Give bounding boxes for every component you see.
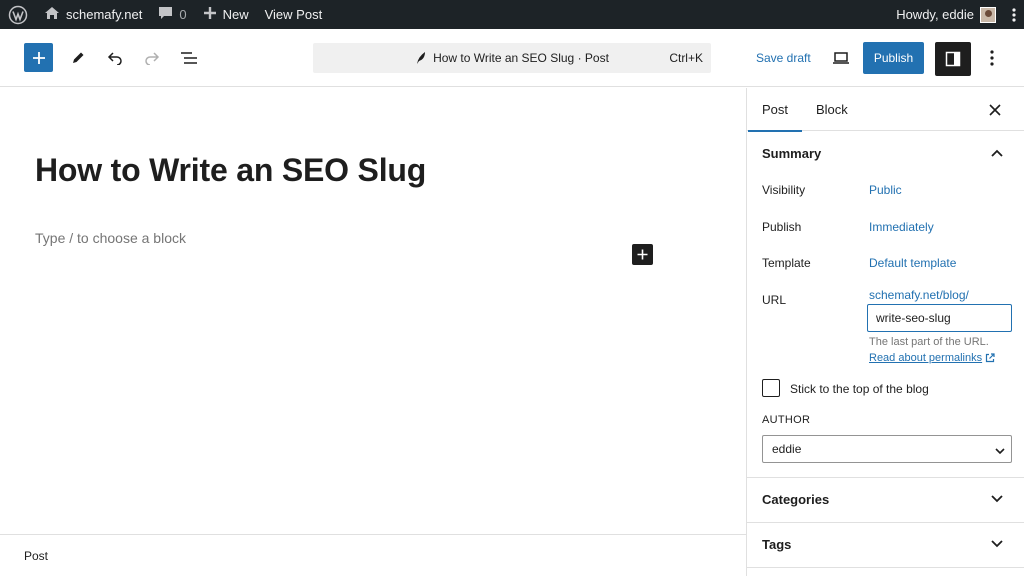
list-view-button[interactable] xyxy=(174,43,203,72)
close-icon[interactable] xyxy=(986,101,1004,119)
author-value: eddie xyxy=(772,442,802,456)
block-placeholder[interactable]: Type / to choose a block xyxy=(35,230,186,246)
plus-icon xyxy=(637,249,648,260)
url-label: URL xyxy=(762,293,787,307)
block-inserter-button[interactable] xyxy=(24,43,53,72)
command-palette-bar[interactable]: How to Write an SEO Slug · Post Ctrl+K xyxy=(313,43,711,73)
chevron-up-icon xyxy=(990,146,1004,160)
visibility-label: Visibility xyxy=(762,183,806,197)
avatar xyxy=(980,6,996,23)
template-label: Template xyxy=(762,256,811,270)
divider xyxy=(747,567,1024,568)
redo-button[interactable] xyxy=(137,43,166,72)
site-name: schemafy.net xyxy=(66,7,143,22)
slug-hint: The last part of the URL. xyxy=(869,336,989,348)
command-title: How to Write an SEO Slug · Post xyxy=(433,51,609,65)
sticky-label: Stick to the top of the blog xyxy=(790,382,929,396)
my-account-link[interactable]: Howdy, eddie xyxy=(888,0,1004,29)
feather-icon xyxy=(417,52,426,64)
plus-icon xyxy=(203,6,217,23)
inline-inserter-button[interactable] xyxy=(632,244,653,265)
undo-button[interactable] xyxy=(100,43,129,72)
undo-icon xyxy=(107,51,122,65)
tab-post[interactable]: Post xyxy=(747,88,803,132)
view-post-link[interactable]: View Post xyxy=(257,0,331,29)
summary-panel-toggle[interactable]: Summary xyxy=(747,132,1024,174)
summary-title: Summary xyxy=(762,145,822,161)
site-name-link[interactable]: schemafy.net xyxy=(36,0,150,29)
author-label: AUTHOR xyxy=(762,414,811,426)
options-button[interactable] xyxy=(982,43,1002,73)
more-vertical-icon xyxy=(990,50,994,66)
author-select[interactable]: eddie xyxy=(762,435,1012,463)
categories-panel-toggle[interactable]: Categories xyxy=(747,478,1024,521)
view-post-label: View Post xyxy=(264,7,323,22)
editor-footer-breadcrumb: Post xyxy=(0,534,746,576)
greeting: Howdy, eddie xyxy=(896,7,974,22)
editor-canvas: How to Write an SEO Slug Type / to choos… xyxy=(0,88,746,534)
preview-button[interactable] xyxy=(827,43,855,73)
comments-count: 0 xyxy=(179,7,187,22)
chevron-down-icon xyxy=(995,444,1005,458)
external-link-icon xyxy=(986,353,995,363)
publish-date-value[interactable]: Immediately xyxy=(869,220,934,234)
chevron-down-icon xyxy=(990,537,1004,551)
template-value[interactable]: Default template xyxy=(869,256,956,270)
post-title[interactable]: How to Write an SEO Slug xyxy=(35,152,426,189)
laptop-icon xyxy=(833,52,849,64)
tab-block[interactable]: Block xyxy=(816,88,848,131)
slug-input[interactable]: write-seo-slug xyxy=(867,304,1012,332)
redo-icon xyxy=(144,51,159,65)
comment-icon xyxy=(158,6,173,23)
editor-header: How to Write an SEO Slug · Post Ctrl+K S… xyxy=(0,29,1024,87)
permalinks-link[interactable]: Read about permalinks xyxy=(869,352,995,364)
publish-button[interactable]: Publish xyxy=(863,42,924,74)
tags-title: Tags xyxy=(762,537,792,552)
wordpress-icon[interactable] xyxy=(0,0,36,29)
categories-title: Categories xyxy=(762,492,830,507)
chevron-down-icon xyxy=(990,492,1004,506)
settings-sidebar: Post Block Summary Visibility Public Pub… xyxy=(746,88,1024,576)
sticky-checkbox[interactable] xyxy=(762,379,780,397)
url-prefix: schemafy.net/blog/ xyxy=(869,288,969,302)
admin-bar: schemafy.net 0 New View Post Howdy, eddi… xyxy=(0,0,1024,29)
publish-label: Publish xyxy=(762,220,802,234)
list-view-icon xyxy=(180,51,197,64)
new-content-link[interactable]: New xyxy=(195,0,257,29)
save-draft-button[interactable]: Save draft xyxy=(752,43,815,73)
new-label: New xyxy=(222,7,249,22)
command-shortcut: Ctrl+K xyxy=(669,51,703,65)
more-vertical-icon[interactable] xyxy=(1004,0,1024,29)
plus-icon xyxy=(32,51,45,64)
sidebar-tabs: Post Block xyxy=(747,88,1024,132)
comments-link[interactable]: 0 xyxy=(150,0,194,29)
breadcrumb-post[interactable]: Post xyxy=(24,549,48,563)
settings-toggle-button[interactable] xyxy=(935,42,971,76)
sidebar-icon xyxy=(945,51,961,67)
tools-button[interactable] xyxy=(63,43,92,72)
pencil-icon xyxy=(72,52,83,63)
visibility-value[interactable]: Public xyxy=(869,183,902,197)
home-icon xyxy=(44,6,60,23)
permalinks-link-text: Read about permalinks xyxy=(869,352,983,364)
tags-panel-toggle[interactable]: Tags xyxy=(747,523,1024,566)
